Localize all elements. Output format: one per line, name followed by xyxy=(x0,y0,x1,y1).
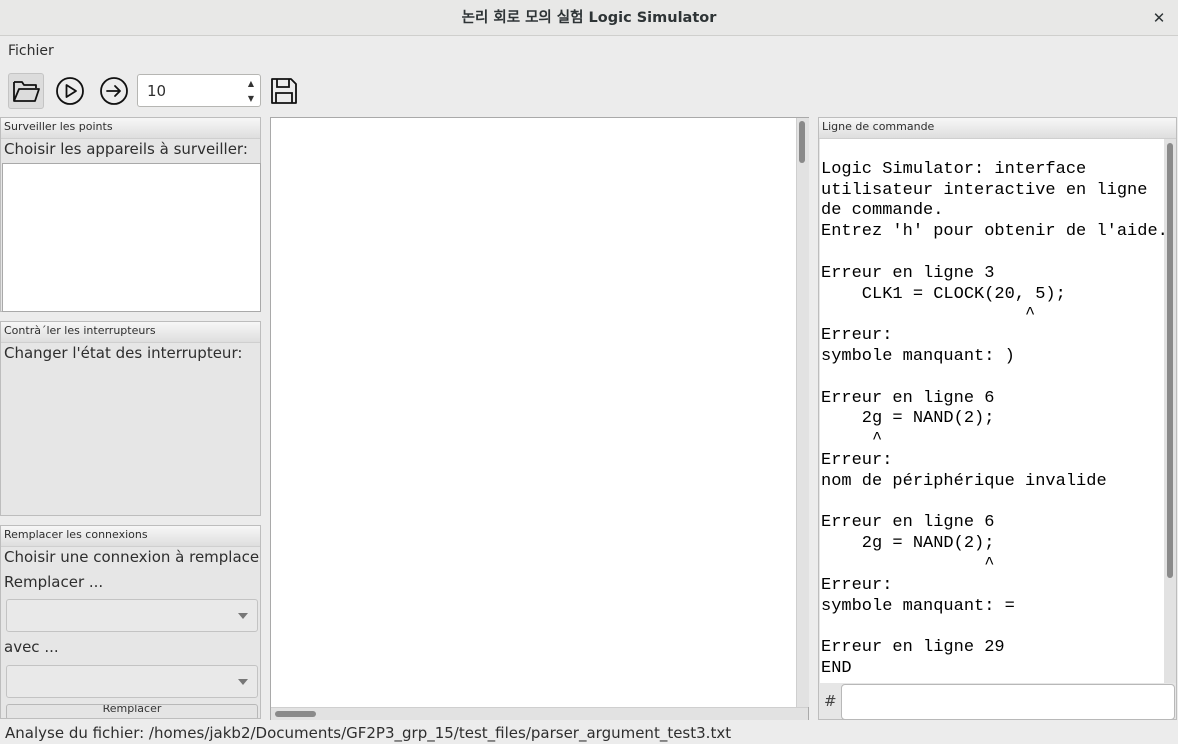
connections-panel: Remplacer les connexions Choisir une con… xyxy=(0,525,261,719)
save-button[interactable] xyxy=(266,73,302,109)
continue-icon xyxy=(100,77,128,105)
command-panel: Ligne de commande Logic Simulator: inter… xyxy=(818,117,1177,720)
menu-bar xyxy=(0,37,1178,65)
connections-panel-header: Remplacer les connexions xyxy=(1,526,260,547)
console-text: Logic Simulator: interface utilisateur i… xyxy=(821,159,1164,678)
console-scroll-thumb[interactable] xyxy=(1167,143,1173,578)
open-folder-icon xyxy=(13,81,40,102)
close-button[interactable]: ✕ xyxy=(1148,8,1170,28)
run-icon xyxy=(56,77,84,105)
menu-fichier[interactable]: Fichier xyxy=(8,43,54,59)
continue-button[interactable] xyxy=(96,73,132,109)
connections-prompt: Choisir une connexion à remplacer: xyxy=(4,548,261,566)
replace-label: Remplacer ... xyxy=(4,573,104,591)
canvas-vertical-scroll-thumb[interactable] xyxy=(799,121,805,163)
console-output: Logic Simulator: interface utilisateur i… xyxy=(820,139,1164,683)
command-input[interactable] xyxy=(841,684,1175,720)
chevron-down-icon xyxy=(238,679,248,685)
switches-panel: Contrà´ler les interrupteurs Changer l'é… xyxy=(0,321,261,516)
window-title: 논리 회로 모의 실험 Logic Simulator xyxy=(461,10,717,26)
canvas-vertical-scrollbar[interactable] xyxy=(796,118,809,707)
status-text: Analyse du fichier: /homes/jakb2/Documen… xyxy=(5,724,732,742)
monitor-list[interactable] xyxy=(2,163,261,312)
switches-panel-header: Contrà´ler les interrupteurs xyxy=(1,322,260,343)
chevron-down-icon xyxy=(238,613,248,619)
replace-dropdown[interactable] xyxy=(6,599,258,632)
command-prompt-symbol: # xyxy=(824,692,837,710)
monitor-panel: Surveiller les points Choisir les appare… xyxy=(0,117,261,312)
cycles-spinner[interactable]: ▲ ▼ xyxy=(137,74,261,107)
with-label: avec ... xyxy=(4,638,59,656)
save-icon xyxy=(271,78,297,104)
spin-down-button[interactable]: ▼ xyxy=(242,92,260,105)
command-panel-header: Ligne de commande xyxy=(819,118,1176,139)
monitor-prompt: Choisir les appareils à surveiller: xyxy=(4,140,248,158)
canvas-horizontal-scroll-thumb[interactable] xyxy=(275,711,316,717)
console-scrollbar[interactable] xyxy=(1164,139,1176,683)
canvas-horizontal-scrollbar[interactable] xyxy=(271,707,808,720)
monitor-panel-header: Surveiller les points xyxy=(1,118,260,139)
switches-prompt: Changer l'état des interrupteur: xyxy=(4,344,243,362)
simulation-canvas[interactable] xyxy=(270,117,809,720)
open-file-button[interactable] xyxy=(8,73,44,109)
with-dropdown[interactable] xyxy=(6,665,258,698)
replace-button[interactable]: Remplacer xyxy=(6,704,258,718)
run-button[interactable] xyxy=(52,73,88,109)
cycles-input[interactable] xyxy=(138,75,247,106)
spin-up-button[interactable]: ▲ xyxy=(242,77,260,90)
